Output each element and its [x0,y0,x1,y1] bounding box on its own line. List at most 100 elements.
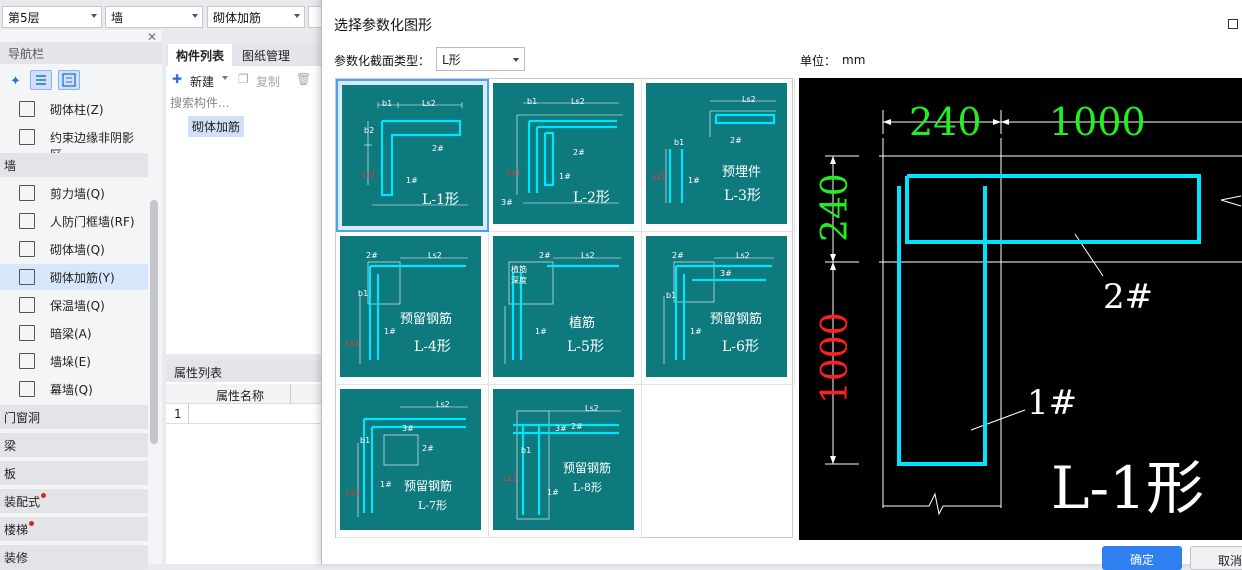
nav-item-civil-defense-wall[interactable]: 人防门框墙(RF) [0,208,148,234]
shape-thumbnail: b1 Ls2 2# 1# 3# Ls1 L-2形 [493,83,634,224]
svg-text:Ls1: Ls1 [346,488,360,497]
nav-item-curtain-wall[interactable]: 幕墙(Q) [0,376,148,402]
shape-caption: 预埋件 [722,165,762,180]
nav-item-insulation-wall[interactable]: 保温墙(Q) [0,292,148,318]
dim-ls1: 1000 [815,312,856,404]
svg-text:b1: b1 [527,97,537,106]
boundary-icon [19,129,35,145]
curtain-wall-icon [19,381,35,397]
maximize-icon[interactable] [1228,19,1238,29]
svg-text:Ls2: Ls2 [422,99,436,108]
nav-toolbar: ✦ [0,68,162,94]
shape-caption: 预留钢筋 [404,479,453,493]
category-select[interactable]: 墙 [105,6,203,28]
floor-value: 第5层 [8,11,40,25]
nav-item-wall-pier[interactable]: 墙垛(E) [0,348,148,374]
nav-item-shear-wall[interactable]: 剪力墙(Q) [0,180,148,206]
ok-button[interactable]: 确定 [1102,546,1182,570]
svg-text:2#: 2# [422,444,434,453]
shape-option-l7[interactable]: Ls2 3# 2# b1 1# Ls1 预留钢筋 L-7形 [336,385,489,538]
insulation-wall-icon [19,297,35,313]
door-frame-wall-icon [19,213,35,229]
notification-dot-icon [29,521,35,526]
svg-text:Ls1: Ls1 [652,172,666,181]
list-view-icon[interactable] [30,70,52,90]
svg-text:Ls2: Ls2 [581,251,595,260]
svg-text:Ls2: Ls2 [736,251,750,260]
shape-option-l2[interactable]: b1 Ls2 2# 1# 3# Ls1 L-2形 [489,79,642,232]
property-title: 属性列表 [166,360,322,382]
nav-item-masonry-column[interactable]: 砌体柱(Z) [0,96,148,122]
svg-text:2#: 2# [432,144,444,153]
svg-text:Ls1: Ls1 [362,170,376,179]
unit-label: 单位： [800,54,837,68]
shape-option-l6[interactable]: 2# Ls2 3# b1 1# 预留钢筋 L-6形 [642,232,795,385]
nav-group-wall[interactable]: 墙 [0,153,148,177]
new-icon: ✚ [172,72,183,86]
shape-name: L-2形 [573,190,610,206]
svg-text:2#: 2# [571,422,583,431]
svg-text:2#: 2# [539,251,551,260]
svg-text:2#: 2# [573,148,585,157]
nav-item-masonry-wall[interactable]: 砌体墙(Q) [0,236,148,262]
tab-drawing-management[interactable]: 图纸管理 [234,44,298,66]
nav-item-boundary[interactable]: 约束边缘非阴影区.. [0,124,148,162]
component-item[interactable]: 砌体加筋 [188,116,245,137]
nav-item-label: 砌体加筋(Y) [50,271,115,285]
masonry-column-icon [19,101,35,117]
nav-group-stairs[interactable]: 楼梯 [0,517,148,541]
delete-icon[interactable]: 🗑 [296,72,311,86]
nav-group-slab[interactable]: 板 [0,461,148,485]
tab-component-list[interactable]: 构件列表 [168,44,233,66]
dim-ls2: 1000 [1049,100,1146,144]
svg-text:2#: 2# [730,136,742,145]
section-type-value: L形 [442,53,461,67]
nav-item-hidden-beam[interactable]: 暗梁(A) [0,320,148,346]
detail-view-icon[interactable] [58,70,80,90]
l1-drawing: b1 Ls2 b2 Ls1 2# 1# [362,99,468,206]
svg-text:Ls2: Ls2 [571,97,585,106]
shape-option-l8[interactable]: Ls2 2# 3# b1 1# Ls1 预留钢筋 L-8形 [489,385,642,538]
l5-drawing: 2# Ls2植筋深度1# [504,251,621,364]
shape-caption: 预留钢筋 [400,312,453,327]
svg-text:b1: b1 [674,138,684,147]
copy-button[interactable]: 复制 [256,73,280,90]
shape-option-l4[interactable]: 2# Ls2 b1 1# Ls1 预留钢筋 L-4形 [336,232,489,385]
nav-group-beam[interactable]: 梁 [0,433,148,457]
property-panel: 属性列表 属性名称 1 [166,354,322,564]
shape-name: L-1形 [422,192,459,208]
component-panel: 构件列表 图纸管理 ✚ 新建 ❐ 复制 🗑 搜索构件... 砌体加筋 属性列表 … [166,44,322,564]
svg-text:1#: 1# [559,172,571,181]
chevron-down-icon[interactable] [222,76,228,80]
nav-scrollbar[interactable] [150,200,158,444]
nav-item-label: 幕墙(Q) [50,383,93,397]
pin-icon[interactable]: ✦ [4,70,26,90]
nav-group-label: 装配式 [4,495,41,509]
svg-text:Ls1: Ls1 [346,339,360,348]
svg-text:3#: 3# [501,198,513,207]
masonry-wall-icon [19,241,35,257]
floor-select[interactable]: 第5层 [2,6,102,28]
nav-group-decoration[interactable]: 装修 [0,545,148,569]
nav-group-openings[interactable]: 门窗洞 [0,405,148,429]
shear-wall-icon [19,185,35,201]
search-input[interactable]: 搜索构件... [170,94,229,111]
shape-option-l3[interactable]: Ls2 b1 2# 1# Ls1 预埋件 L-3形 [642,79,795,232]
unit-value: mm [842,53,866,67]
svg-text:Ls2: Ls2 [436,400,450,409]
nav-group-prefab[interactable]: 装配式 [0,489,148,513]
section-type-select[interactable]: L形 [436,47,525,71]
extra-select[interactable] [308,6,322,28]
shape-name: L-4形 [414,339,451,355]
svg-text:Ls2: Ls2 [585,404,599,413]
nav-item-masonry-reinforcement[interactable]: 砌体加筋(Y) [0,264,148,290]
svg-text:1#: 1# [384,327,396,336]
shape-option-l1[interactable]: b1 Ls2 b2 Ls1 2# 1# L-1形 [336,79,489,232]
cancel-button[interactable]: 取消 [1190,546,1242,570]
component-select[interactable]: 砌体加筋 [207,6,305,28]
property-row[interactable]: 1 [166,404,322,424]
shape-name: L-5形 [567,339,604,355]
new-button[interactable]: 新建 [190,73,214,90]
notification-dot-icon [41,493,47,498]
shape-option-l5[interactable]: 2# Ls2 植筋 深度 1# 植筋 L-5形 [489,232,642,385]
